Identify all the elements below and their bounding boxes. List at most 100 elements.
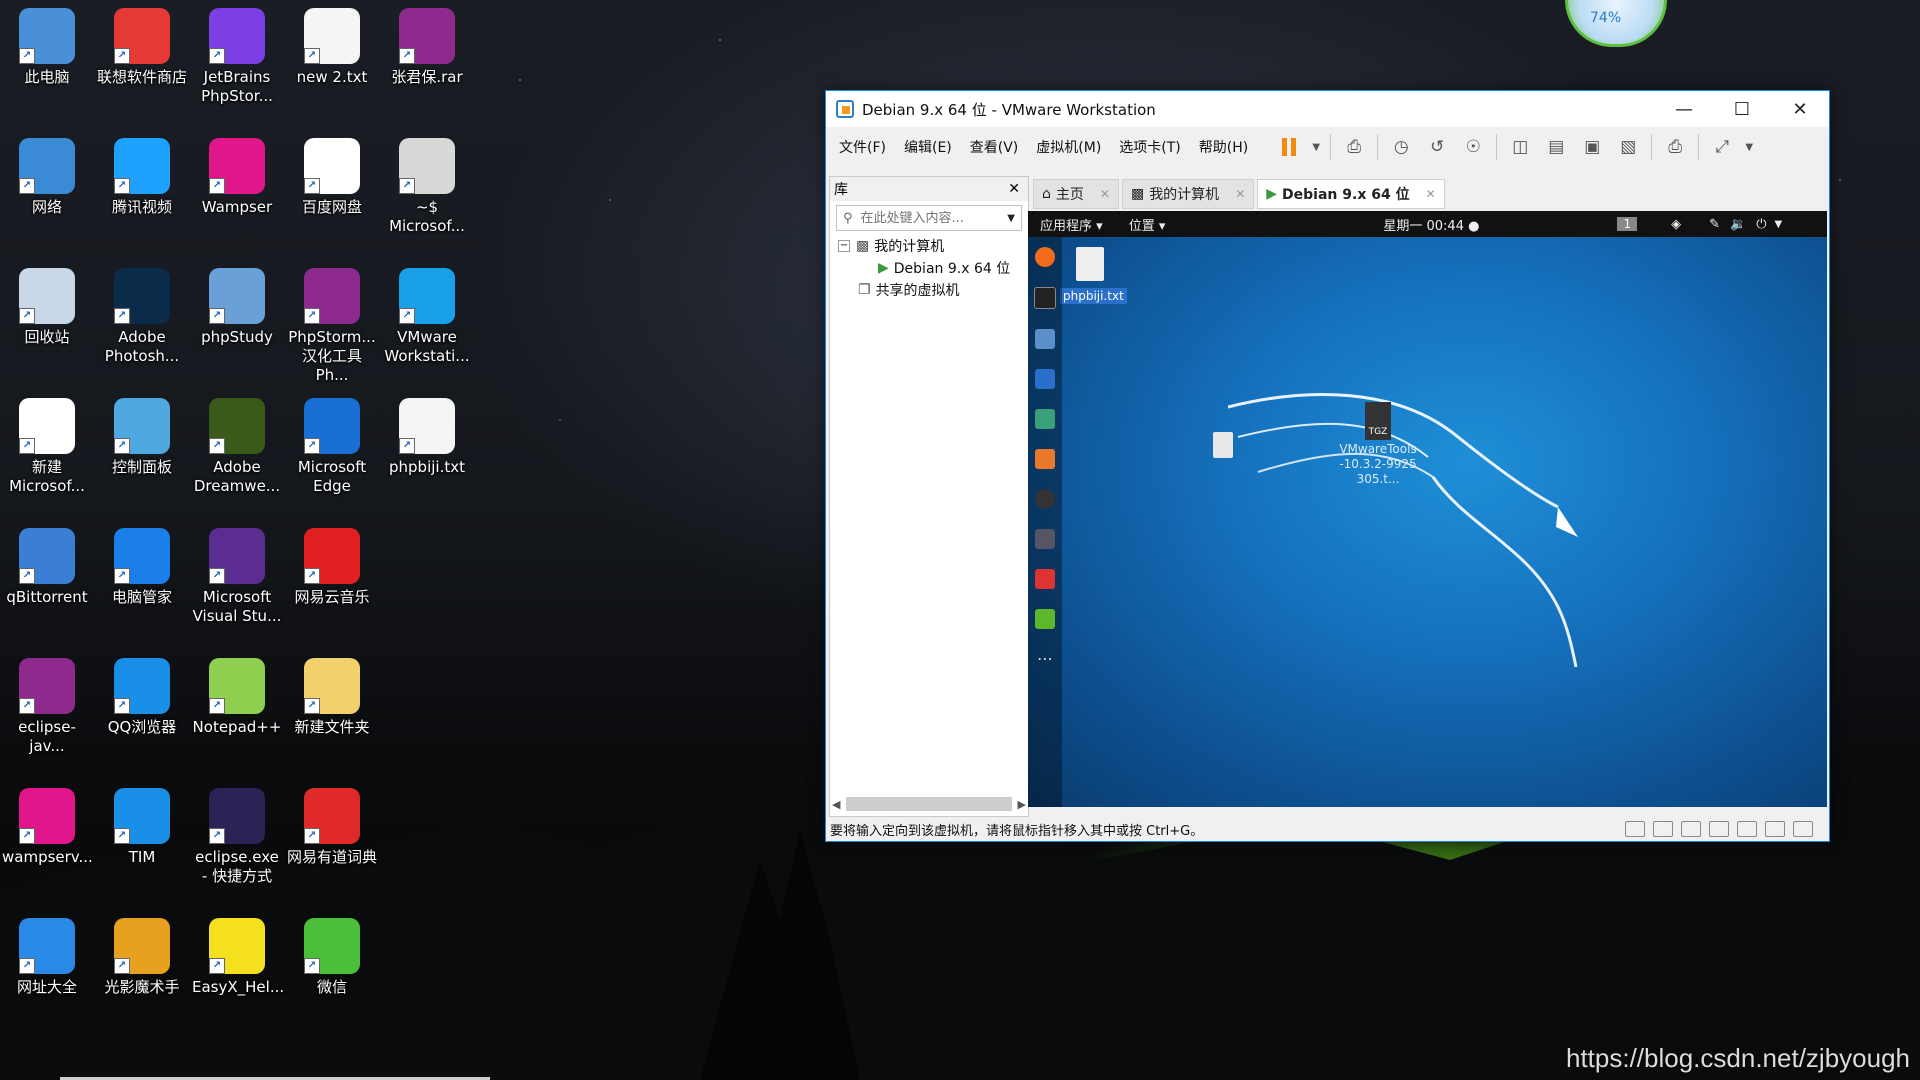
- desktop-icon[interactable]: ↗ 新建 Microsof...: [2, 396, 92, 496]
- metasploit-icon[interactable]: [1035, 369, 1055, 389]
- maximize-button[interactable]: ☐: [1713, 91, 1771, 127]
- vmware-window[interactable]: Debian 9.x 64 位 - VMware Workstation — ☐…: [825, 90, 1830, 842]
- desktop-icon[interactable]: ↗ EasyX_Hel...: [192, 916, 284, 997]
- collapse-icon[interactable]: −: [838, 240, 850, 252]
- desktop-icon[interactable]: ↗ wampserv...: [2, 786, 93, 867]
- desktop-icon[interactable]: ↗ phpbiji.txt: [382, 396, 472, 477]
- revert-snapshot-icon[interactable]: ↺: [1423, 134, 1451, 160]
- desktop-icon[interactable]: ↗ eclipse-jav...: [2, 656, 92, 756]
- hdd-icon[interactable]: [1625, 821, 1645, 837]
- tab-debian[interactable]: ▶ Debian 9.x 64 位 ✕: [1257, 179, 1445, 209]
- show-apps-icon[interactable]: ⋯: [1035, 649, 1055, 669]
- minimize-button[interactable]: —: [1655, 91, 1713, 127]
- sound-icon[interactable]: [1737, 821, 1757, 837]
- menu-tabs[interactable]: 选项卡(T): [1110, 137, 1189, 157]
- desktop-icon[interactable]: ↗ 电脑管家: [97, 526, 187, 607]
- burpsuite-icon[interactable]: [1035, 449, 1055, 469]
- applications-menu[interactable]: 应用程序 ▾: [1040, 215, 1103, 234]
- desktop-icon[interactable]: ↗ Notepad++: [192, 656, 282, 737]
- stretch-dropdown-icon[interactable]: ▼: [1744, 134, 1754, 160]
- desktop-icon[interactable]: ↗ 网易云音乐: [287, 526, 377, 607]
- pen-tray-icon[interactable]: ✎: [1709, 217, 1720, 232]
- horizontal-scrollbar[interactable]: ◀ ▶: [832, 796, 1026, 812]
- guest-display[interactable]: 应用程序 ▾ 位置 ▾ 星期一 00:44 ● 1 ◈ ✎ 🔉 ⏻ ▼ phpb…: [1028, 211, 1827, 807]
- battery-widget[interactable]: 74%: [1565, 0, 1667, 47]
- console-view-icon[interactable]: ⎙: [1661, 134, 1689, 160]
- library-search-input[interactable]: [858, 209, 993, 227]
- usb-icon[interactable]: [1765, 821, 1785, 837]
- desktop-icon[interactable]: ↗ Adobe Photosh...: [97, 266, 187, 366]
- menu-vm[interactable]: 虚拟机(M): [1027, 137, 1110, 157]
- desktop-icon[interactable]: ↗ qBittorrent: [2, 526, 92, 607]
- desktop-icon[interactable]: ↗ 此电脑: [2, 6, 92, 87]
- desktop-icon[interactable]: ↗ QQ浏览器: [97, 656, 187, 737]
- close-button[interactable]: ✕: [1771, 91, 1829, 127]
- workspace-indicator[interactable]: 1: [1617, 217, 1638, 231]
- desktop-icon[interactable]: ↗ 网址大全: [2, 916, 92, 997]
- tab-close-icon[interactable]: ✕: [1235, 187, 1245, 201]
- desktop-icon[interactable]: ↗ 回收站: [2, 266, 92, 347]
- library-close-icon[interactable]: ✕: [1008, 181, 1020, 197]
- files-icon[interactable]: [1035, 329, 1055, 349]
- screenshot-tray-icon[interactable]: ◈: [1671, 217, 1681, 232]
- desktop-icon[interactable]: ↗ 联想软件商店: [97, 6, 187, 87]
- desktop-icon[interactable]: ↗ 光影魔术手: [97, 916, 187, 997]
- desktop-icon[interactable]: ↗ 控制面板: [97, 396, 187, 477]
- firefox-icon[interactable]: [1035, 247, 1055, 267]
- menu-file[interactable]: 文件(F): [830, 137, 895, 157]
- desktop-icon[interactable]: ↗ Microsoft Edge: [287, 396, 377, 496]
- stretch-guest-icon[interactable]: ⤢: [1708, 134, 1736, 160]
- unity-icon[interactable]: ▧: [1614, 134, 1642, 160]
- title-bar[interactable]: Debian 9.x 64 位 - VMware Workstation — ☐…: [826, 91, 1829, 127]
- leafpad-icon[interactable]: [1035, 609, 1055, 629]
- full-screen-icon[interactable]: ▣: [1578, 134, 1606, 160]
- desktop-icon[interactable]: ↗ JetBrains PhpStor...: [192, 6, 282, 106]
- armitage-icon[interactable]: [1035, 409, 1055, 429]
- pause-icon[interactable]: [1275, 134, 1303, 160]
- printer-icon[interactable]: [1709, 821, 1729, 837]
- desktop-icon[interactable]: ↗ PhpStorm... 汉化工具Ph...: [287, 266, 377, 385]
- desktop-icon[interactable]: ↗ new 2.txt: [287, 6, 377, 87]
- faraday-icon[interactable]: [1035, 569, 1055, 589]
- send-ctrl-alt-del-icon[interactable]: ⎙: [1340, 134, 1368, 160]
- show-library-icon[interactable]: ◫: [1506, 134, 1534, 160]
- cdrom-icon[interactable]: [1653, 821, 1673, 837]
- beef-icon[interactable]: [1035, 529, 1055, 549]
- desktop-icon[interactable]: ↗ Microsoft Visual Stu...: [192, 526, 282, 626]
- desktop-icon[interactable]: ↗ 网易有道词典: [287, 786, 377, 867]
- tab-my-computer[interactable]: ▩ 我的计算机 ✕: [1121, 179, 1255, 209]
- menu-view[interactable]: 查看(V): [961, 137, 1028, 157]
- desktop-icon[interactable]: ↗ TIM: [97, 786, 187, 867]
- tree-item-my-computer[interactable]: − ▩ 我的计算机: [830, 235, 1028, 257]
- network-adapter-icon[interactable]: [1681, 821, 1701, 837]
- dropdown-arrow-icon[interactable]: ▼: [1311, 134, 1321, 160]
- desktop-icon[interactable]: ↗ 网络: [2, 136, 92, 217]
- desktop-icon[interactable]: ↗ 新建文件夹: [287, 656, 377, 737]
- tab-home[interactable]: ⌂ 主页 ✕: [1033, 179, 1119, 209]
- system-menu-arrow-icon[interactable]: ▼: [1775, 219, 1783, 230]
- snapshot-icon[interactable]: ◷: [1387, 134, 1415, 160]
- desktop-icon[interactable]: ↗ 张君保.rar: [382, 6, 472, 87]
- message-log-icon[interactable]: [1793, 821, 1813, 837]
- snapshot-manager-icon[interactable]: ☉: [1459, 134, 1487, 160]
- desktop-file-phpbiji[interactable]: phpbiji.txt: [1060, 247, 1127, 304]
- volume-icon[interactable]: 🔉: [1730, 217, 1746, 232]
- maltego-icon[interactable]: [1035, 489, 1055, 509]
- menu-edit[interactable]: 编辑(E): [895, 137, 961, 157]
- desktop-icon[interactable]: ↗ 微信: [287, 916, 377, 997]
- tab-close-icon[interactable]: ✕: [1100, 187, 1110, 201]
- desktop-icon[interactable]: ↗ 百度网盘: [287, 136, 377, 217]
- places-menu[interactable]: 位置 ▾: [1129, 215, 1166, 234]
- desktop-icon[interactable]: ↗ ~$ Microsof...: [382, 136, 472, 236]
- tree-item-debian[interactable]: ▶ Debian 9.x 64 位: [830, 257, 1028, 279]
- library-search[interactable]: ⚲ ▼: [836, 205, 1022, 231]
- desktop-icon[interactable]: ↗ VMware Workstati...: [382, 266, 472, 366]
- desktop-file-vmwaretools[interactable]: TGZ VMwareTools-10.3.2-9925305.t...: [1338, 402, 1418, 487]
- desktop-icon[interactable]: ↗ Wampser: [192, 136, 282, 217]
- thumbnail-bar-icon[interactable]: ▤: [1542, 134, 1570, 160]
- tree-item-shared-vms[interactable]: ❐ 共享的虚拟机: [830, 279, 1028, 301]
- desktop-icon[interactable]: ↗ eclipse.exe - 快捷方式: [192, 786, 282, 886]
- search-dropdown-icon[interactable]: ▼: [1007, 213, 1015, 224]
- desktop-icon[interactable]: ↗ phpStudy: [192, 266, 282, 347]
- terminal-icon[interactable]: [1034, 287, 1056, 309]
